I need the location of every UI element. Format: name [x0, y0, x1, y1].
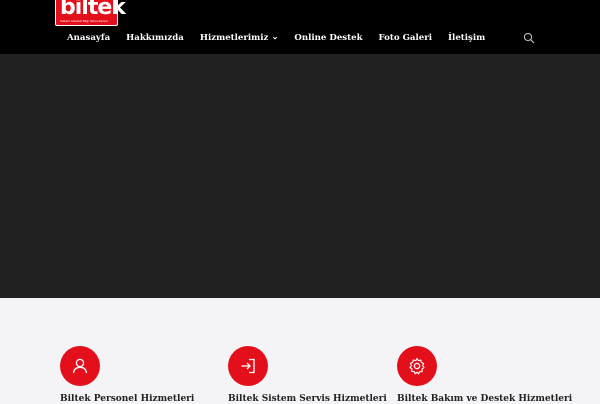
- user-icon: [72, 358, 88, 374]
- main-menu: Anasayfa Hakkımızda Hizmetlerimiz Online…: [59, 30, 493, 46]
- sign-in-icon: [241, 358, 255, 374]
- gear-icon: [409, 357, 425, 375]
- nav-item-foto-galeri[interactable]: Foto Galeri: [371, 30, 441, 46]
- logo-tagline: Sistem Destek Bilgi Teknolojileri: [60, 20, 108, 23]
- nav-item-iletisim[interactable]: İletişim: [440, 30, 493, 46]
- service-title: Biltek Sistem Servis Hizmetleri: [228, 394, 387, 404]
- user-icon-badge: [60, 346, 100, 386]
- nav-item-label: Hizmetlerimiz: [199, 33, 269, 43]
- top-navbar: biltek Sistem Destek Bilgi Teknolojileri…: [0, 0, 600, 54]
- nav-item-label: Hakkımızda: [126, 33, 184, 43]
- logo-text: biltek: [60, 0, 126, 20]
- nav-item-label: Foto Galeri: [378, 33, 433, 43]
- gear-icon-badge: [397, 346, 437, 386]
- nav-item-hizmetlerimiz[interactable]: Hizmetlerimiz: [192, 30, 287, 46]
- nav-item-label: Anasayfa: [67, 33, 111, 43]
- chevron-down-icon: [273, 36, 278, 40]
- service-title: Biltek Bakım ve Destek Hizmetleri: [397, 394, 573, 404]
- nav-item-label: Online Destek: [294, 33, 363, 43]
- services-section: Biltek Personel Hizmetleri Biltek Sistem…: [0, 298, 600, 404]
- nav-item-label: İletişim: [448, 33, 486, 43]
- hero-slider: [0, 54, 600, 298]
- sign-in-icon-badge: [228, 346, 268, 386]
- biltek-logo[interactable]: biltek Sistem Destek Bilgi Teknolojileri: [55, 0, 126, 26]
- service-title: Biltek Personel Hizmetleri: [60, 394, 195, 404]
- nav-item-hakkimizda[interactable]: Hakkımızda: [118, 30, 192, 46]
- nav-item-anasayfa[interactable]: Anasayfa: [59, 30, 118, 46]
- search-icon[interactable]: [523, 32, 535, 44]
- nav-item-online-destek[interactable]: Online Destek: [286, 30, 370, 46]
